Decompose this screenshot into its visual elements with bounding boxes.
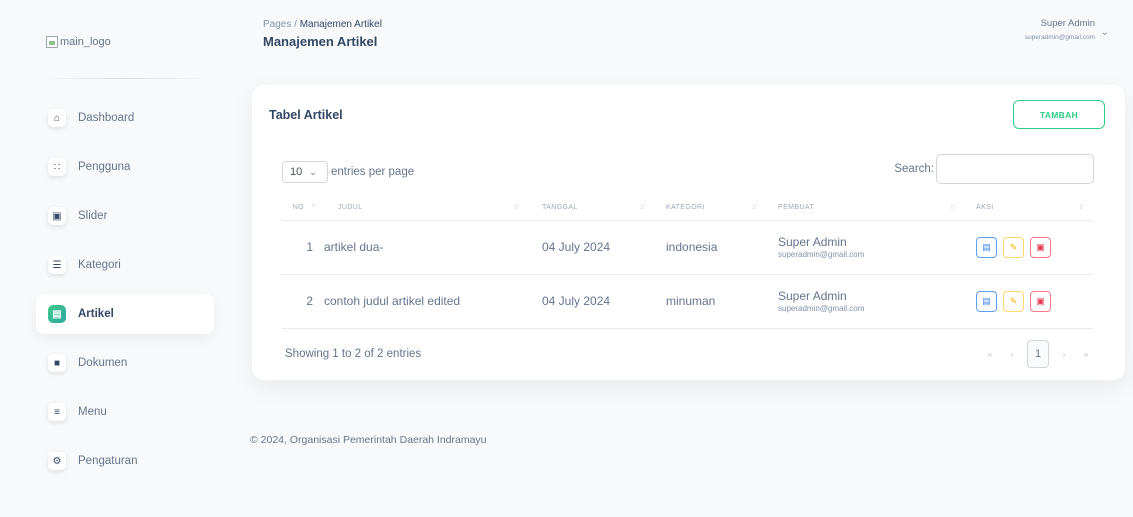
main-logo[interactable]: main_logo — [46, 36, 111, 48]
creator-email: superadmin@gmail.com — [778, 304, 865, 313]
column-header-aksi[interactable]: AKSI ⇵ — [964, 195, 1093, 221]
table-row: 2 contoh judul artikel edited 04 July 20… — [282, 274, 1093, 329]
delete-icon[interactable]: ▣ — [1030, 236, 1051, 258]
card-title: Tabel Artikel — [269, 108, 343, 122]
breadcrumb: Pages / Manajemen Artikel — [263, 19, 382, 30]
sort-asc-icon: ˄ — [311, 203, 316, 210]
delete-icon[interactable]: ▣ — [1030, 290, 1051, 312]
entries-per-page: 10 ⌄ entries per page — [282, 161, 414, 183]
settings-icon: ⚙ — [48, 452, 66, 470]
logo-alt-text: main_logo — [60, 36, 111, 48]
home-icon: ⌂ — [48, 109, 66, 127]
cell-pembuat: Super Admin superadmin@gmail.com — [766, 274, 964, 329]
user-email: superadmin@gmail.com — [1024, 34, 1095, 41]
cell-kategori: minuman — [654, 274, 766, 329]
entries-label: entries per page — [331, 166, 415, 178]
creator-name: Super Admin — [778, 289, 847, 303]
search-label: Search: — [894, 163, 934, 175]
sidebar-item-label: Kategori — [78, 259, 121, 271]
table-header-row: NO ˄ JUDUL ⇵ TANGGAL ⇵ KATEGORI ⇵ PEMBUAT ⇵ A… — [282, 195, 1093, 221]
entries-value: 10 — [290, 166, 303, 178]
chevron-down-icon[interactable]: ⌄ — [1101, 27, 1109, 38]
sort-icon: ⇵ — [639, 204, 646, 211]
sidebar-item-kategori[interactable]: ☰ Kategori — [36, 245, 214, 285]
add-article-button[interactable]: TAMBAH — [1013, 100, 1105, 129]
sidebar-item-label: Slider — [78, 210, 108, 222]
sidebar-item-slider[interactable]: ▣ Slider — [36, 196, 214, 236]
column-header-kategori[interactable]: KATEGORI ⇵ — [654, 195, 766, 221]
cell-judul: contoh judul artikel edited — [324, 274, 528, 329]
cell-no: 2 — [282, 274, 324, 329]
users-icon: ∷ — [48, 158, 66, 176]
column-header-pembuat[interactable]: PEMBUAT ⇵ — [766, 195, 964, 221]
sort-icon: ⇵ — [1078, 204, 1085, 211]
sidebar-item-label: Pengaturan — [78, 455, 138, 467]
cell-tanggal: 04 July 2024 — [528, 220, 654, 275]
last-page-button[interactable]: » — [1075, 340, 1097, 368]
page-1-button[interactable]: 1 — [1027, 340, 1049, 368]
cell-pembuat: Super Admin superadmin@gmail.com — [766, 220, 964, 275]
first-page-button[interactable]: « — [979, 340, 1001, 368]
broken-image-icon — [46, 36, 58, 48]
search: Search: — [894, 154, 1094, 184]
cell-aksi: ▤ ✎ ▣ — [964, 220, 1093, 275]
pagination: « ‹ 1 › » — [979, 340, 1097, 368]
breadcrumb-separator: / — [294, 19, 297, 30]
sidebar-item-label: Pengguna — [78, 161, 131, 173]
next-page-button[interactable]: › — [1053, 340, 1075, 368]
sidebar-divider — [40, 78, 210, 79]
sidebar-item-label: Artikel — [78, 308, 114, 320]
creator-name: Super Admin — [778, 235, 847, 249]
column-header-tanggal[interactable]: TANGGAL ⇵ — [528, 195, 654, 221]
column-header-judul[interactable]: JUDUL ⇵ — [324, 195, 528, 221]
sidebar-item-label: Menu — [78, 406, 107, 418]
sidebar-item-label: Dashboard — [78, 112, 135, 124]
chevron-down-icon: ⌄ — [309, 166, 317, 177]
entries-select[interactable]: 10 ⌄ — [282, 161, 328, 183]
edit-icon[interactable]: ✎ — [1003, 290, 1024, 312]
breadcrumb-current: Manajemen Artikel — [299, 19, 382, 30]
sidebar-item-label: Dokumen — [78, 357, 128, 369]
footer: © 2024, Organisasi Pemerintah Daerah Ind… — [250, 434, 487, 446]
sidebar-item-dashboard[interactable]: ⌂ Dashboard — [36, 98, 214, 138]
cell-aksi: ▤ ✎ ▣ — [964, 274, 1093, 329]
edit-icon[interactable]: ✎ — [1003, 236, 1024, 258]
sidebar-nav: ⌂ Dashboard ∷ Pengguna ▣ Slider ☰ Katego… — [36, 98, 214, 490]
sidebar-item-pengaturan[interactable]: ⚙ Pengaturan — [36, 441, 214, 481]
page-title: Manajemen Artikel — [263, 34, 378, 49]
table-row: 1 artikel dua- 04 July 2024 indonesia Su… — [282, 220, 1093, 275]
sidebar-item-menu[interactable]: ≡ Menu — [36, 392, 214, 432]
sidebar-item-pengguna[interactable]: ∷ Pengguna — [36, 147, 214, 187]
sidebar-item-artikel[interactable]: ▤ Artikel — [36, 294, 214, 334]
article-table-card: Tabel Artikel TAMBAH 10 ⌄ entries per pa… — [252, 85, 1125, 380]
menu-icon: ≡ — [48, 403, 66, 421]
article-table: NO ˄ JUDUL ⇵ TANGGAL ⇵ KATEGORI ⇵ PEMBUAT ⇵ A… — [282, 195, 1093, 329]
sidebar-item-dokumen[interactable]: ■ Dokumen — [36, 343, 214, 383]
document-icon: ■ — [48, 354, 66, 372]
view-icon[interactable]: ▤ — [976, 236, 997, 258]
cell-no: 1 — [282, 220, 324, 275]
view-icon[interactable]: ▤ — [976, 290, 997, 312]
list-icon: ☰ — [48, 256, 66, 274]
search-input[interactable] — [936, 154, 1094, 184]
table-info: Showing 1 to 2 of 2 entries — [285, 348, 422, 360]
breadcrumb-root[interactable]: Pages — [263, 19, 291, 30]
image-icon: ▣ — [48, 207, 66, 225]
cell-kategori: indonesia — [654, 220, 766, 275]
creator-email: superadmin@gmail.com — [778, 250, 865, 259]
cell-tanggal: 04 July 2024 — [528, 274, 654, 329]
article-icon: ▤ — [48, 305, 66, 323]
user-menu[interactable]: Super Admin superadmin@gmail.com — [1025, 18, 1095, 41]
cell-judul: artikel dua- — [324, 220, 528, 275]
sort-icon: ⇵ — [513, 204, 520, 211]
sort-icon: ⇵ — [949, 204, 956, 211]
column-header-no[interactable]: NO ˄ — [282, 195, 324, 221]
sidebar: main_logo ⌂ Dashboard ∷ Pengguna ▣ Slide… — [30, 0, 220, 517]
user-name: Super Admin — [1040, 18, 1095, 29]
sort-icon: ⇵ — [751, 204, 758, 211]
prev-page-button[interactable]: ‹ — [1001, 340, 1023, 368]
